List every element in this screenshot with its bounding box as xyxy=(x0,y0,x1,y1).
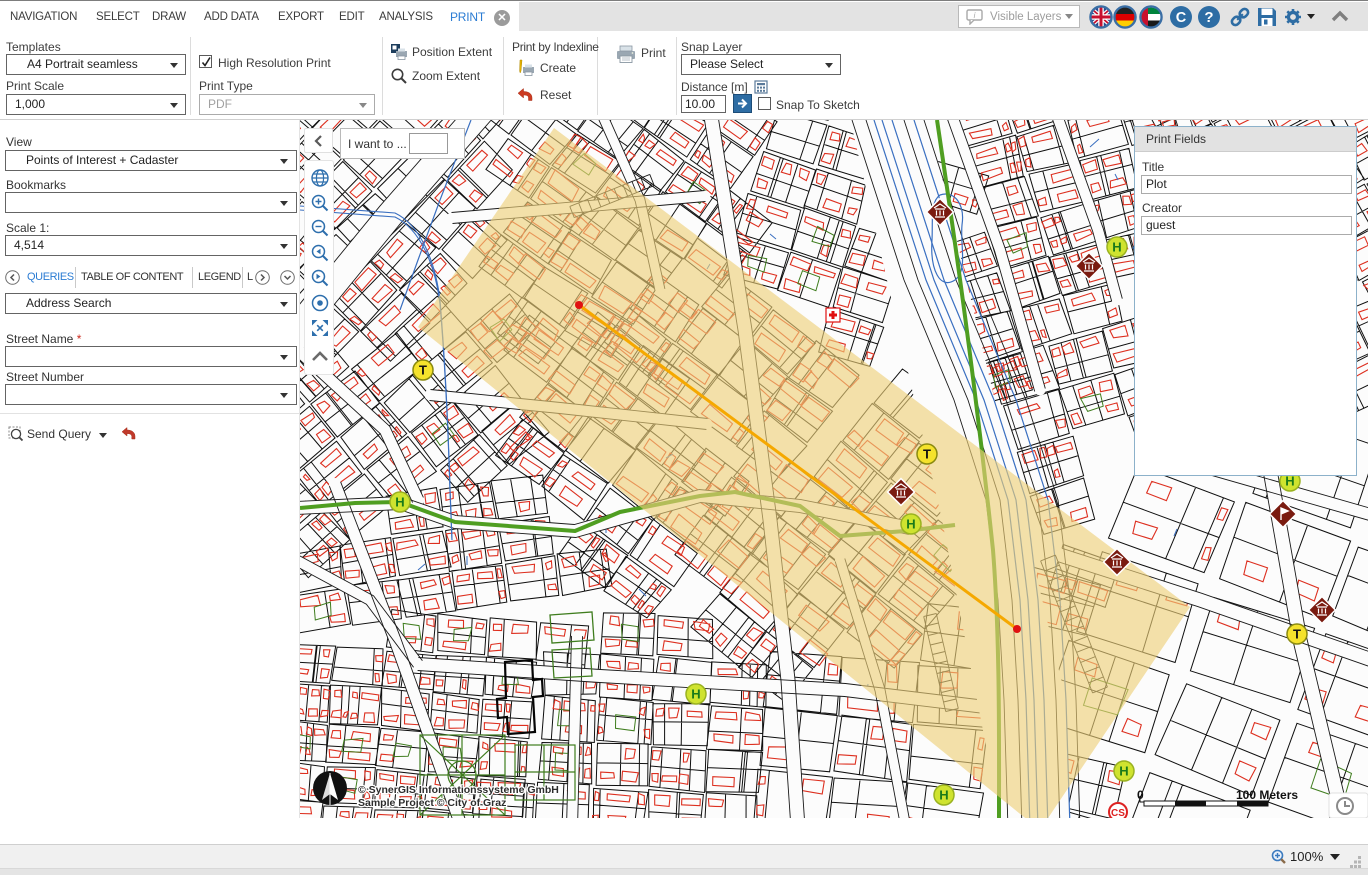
svg-text:i: i xyxy=(974,11,976,20)
svg-text:CS: CS xyxy=(1111,808,1125,818)
svg-text:H: H xyxy=(1112,240,1121,255)
svg-text:H: H xyxy=(1119,764,1128,779)
svg-text:?: ? xyxy=(1204,9,1213,26)
svg-text:H: H xyxy=(906,517,915,532)
svg-text:100 Meters: 100 Meters xyxy=(1236,788,1298,802)
svg-text:© SynerGIS Informationssysteme: © SynerGIS Informationssysteme GmbH xyxy=(358,784,559,796)
svg-text:H: H xyxy=(395,495,404,510)
svg-text:H: H xyxy=(691,687,700,702)
svg-text:C: C xyxy=(1176,10,1187,26)
svg-text:H: H xyxy=(939,788,948,803)
svg-text:T: T xyxy=(419,363,427,378)
svg-text:T: T xyxy=(1293,627,1301,642)
svg-text:T: T xyxy=(923,447,931,462)
svg-text:Sample Project © City of Graz: Sample Project © City of Graz xyxy=(358,797,506,809)
